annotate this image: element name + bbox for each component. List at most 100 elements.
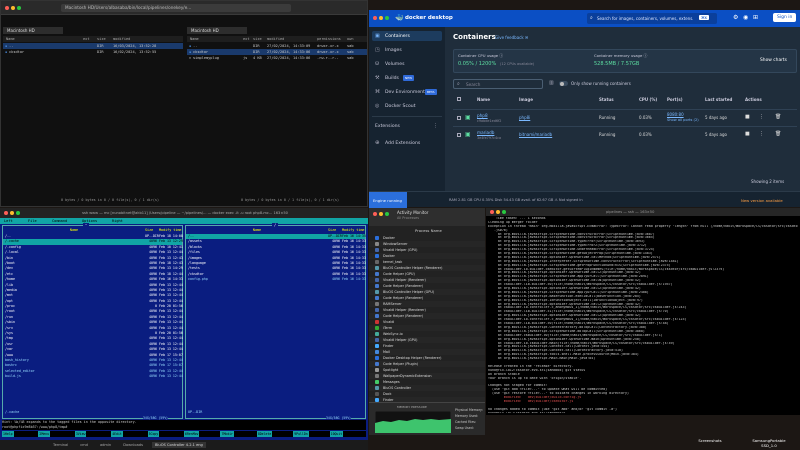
menu-file[interactable]: File	[28, 218, 52, 224]
minimize-button[interactable]	[379, 212, 383, 216]
row-checkbox[interactable]	[457, 133, 461, 137]
col-ports[interactable]: Port(s)	[667, 97, 683, 102]
close-button[interactable]	[373, 212, 377, 216]
mc-row[interactable]: build.js 4096 Feb 13 12:44	[3, 374, 183, 379]
global-search[interactable]: ⌕ Search for images, containers, volumes…	[587, 13, 717, 24]
path-bar[interactable]: Macintosh HD/Users/albasaba/bin/local/pi…	[61, 4, 291, 12]
col-status[interactable]: Status	[599, 97, 614, 102]
col-permissions[interactable]: permissions	[317, 36, 347, 42]
columns-icon[interactable]: ▥	[549, 80, 554, 86]
col-modify-time[interactable]: Modify time	[159, 228, 182, 232]
show-charts-button[interactable]: Show charts	[760, 58, 787, 63]
minimize-button[interactable]	[11, 6, 15, 10]
close-button[interactable]	[4, 211, 8, 215]
close-button[interactable]	[5, 6, 9, 10]
function-key[interactable]: 9PullDn	[293, 431, 329, 437]
stop-icon[interactable]: ■	[745, 114, 750, 120]
col-name[interactable]: Name	[186, 228, 328, 232]
container-row[interactable]: ▣ mariadb 3e4fe797c4ca bitnami/mariadb Runni…	[453, 126, 797, 143]
col-size[interactable]: Size	[145, 228, 159, 232]
taskbar-tab[interactable]: admin	[97, 442, 114, 448]
sidebar-item-images[interactable]: Images	[385, 48, 402, 53]
function-key[interactable]: 3View	[74, 431, 111, 437]
file-row[interactable]: ▪ cksdtor DIR 16/02/2024, 13:52:55	[3, 49, 183, 55]
col-image[interactable]: Image	[519, 97, 533, 102]
function-key[interactable]: 7Mkdir	[220, 431, 256, 437]
desktop-icon-screenshots[interactable]: Screenshots	[690, 438, 730, 443]
menu-right[interactable]: Right	[112, 218, 136, 224]
row-checkbox[interactable]	[457, 116, 461, 120]
taskbar-tab[interactable]: Terminal	[50, 442, 71, 448]
col-name[interactable]: Name	[477, 97, 490, 102]
new-version-link[interactable]: New version available	[741, 198, 783, 203]
sidebar-item-dev-environments[interactable]: Dev Environments	[385, 90, 427, 95]
menu-command[interactable]: Command	[52, 218, 82, 224]
delete-icon[interactable]: 🗑	[775, 131, 781, 137]
more-icon[interactable]: ⋮	[759, 114, 764, 120]
function-key[interactable]: 6RenMov	[184, 431, 220, 437]
more-icon[interactable]: ⋮	[759, 131, 764, 137]
container-image[interactable]: bitnami/mariadb	[519, 132, 552, 137]
col-name[interactable]: Name	[187, 36, 243, 42]
col-ext[interactable]: ext	[243, 36, 253, 42]
account-icon[interactable]: ◉	[743, 14, 748, 21]
col-size[interactable]: size	[97, 36, 113, 42]
more-icon[interactable]: ⋮	[433, 123, 438, 129]
close-button[interactable]	[490, 210, 494, 214]
container-image[interactable]: php8i	[519, 115, 530, 120]
zoom-button[interactable]	[17, 6, 21, 10]
mc-row[interactable]: config.php 4096 Feb 16 14:33	[186, 277, 366, 282]
col-modify-time[interactable]: Modify time	[342, 228, 365, 232]
delete-icon[interactable]: 🗑	[775, 114, 781, 120]
container-port-link[interactable]: 8080:80	[667, 112, 684, 117]
settings-icon[interactable]: ⚙	[733, 14, 738, 21]
col-size[interactable]: Size	[328, 228, 342, 232]
function-key[interactable]: 5Copy	[147, 431, 184, 437]
zoom-button[interactable]	[385, 16, 389, 20]
left-pane-tab[interactable]: Macintosh HD	[3, 27, 63, 34]
function-key[interactable]: 1Help	[2, 431, 38, 437]
function-key[interactable]: 4Edit	[111, 431, 147, 437]
col-actions[interactable]: Actions	[745, 97, 762, 102]
right-pane-tab[interactable]: Macintosh HD	[187, 27, 247, 34]
col-last-started[interactable]: Last started	[705, 97, 732, 102]
col-name[interactable]: Name	[3, 36, 83, 42]
taskbar-tab[interactable]: Downloads	[120, 442, 146, 448]
close-button[interactable]	[373, 16, 377, 20]
select-all-checkbox[interactable]	[457, 97, 461, 101]
container-row[interactable]: ▣ php8 c9abde1ed6f2 php8i Running 0.03% 8080:8…	[453, 109, 797, 126]
desktop-icon-ssd[interactable]: SamsungPortable SSD_1.0	[744, 438, 794, 449]
stop-icon[interactable]: ■	[745, 131, 750, 137]
mc-command-prompt[interactable]: root@phpfix9e8b57:/www/php8/tmp#	[2, 425, 366, 430]
container-search[interactable]: ⌕ Search	[453, 79, 543, 89]
col-ext[interactable]: ext	[83, 36, 97, 42]
show-all-ports-link[interactable]: Show all ports (2)	[667, 118, 699, 122]
sidebar-item-volumes[interactable]: Volumes	[385, 62, 404, 67]
taskbar-tab[interactable]: BluOS Controller 4.2.1 eng	[151, 442, 206, 448]
col-name[interactable]: Name	[3, 228, 145, 232]
col-modified[interactable]: modified	[267, 36, 317, 42]
file-row[interactable]: ▫ simplemyplug js 4 KB 27/02/2024, 14:33:06-…	[187, 55, 367, 61]
zoom-button[interactable]	[385, 212, 389, 216]
zoom-button[interactable]	[16, 211, 20, 215]
minimize-button[interactable]	[10, 211, 14, 215]
signin-button[interactable]: Sign in	[773, 13, 797, 22]
col-size[interactable]: size	[253, 36, 267, 42]
sidebar-item-extensions[interactable]: Extensions	[375, 124, 400, 129]
zoom-button[interactable]	[502, 210, 506, 214]
container-name[interactable]: mariadb	[477, 130, 494, 135]
give-feedback-link[interactable]: Give feedback ✉	[495, 35, 528, 40]
minimize-button[interactable]	[379, 16, 383, 20]
grid-icon[interactable]: ⊞	[753, 14, 758, 21]
only-running-toggle[interactable]	[559, 81, 568, 86]
col-modified[interactable]: modified	[113, 36, 173, 42]
col-cpu[interactable]: CPU (%)	[639, 97, 657, 102]
add-extensions-button[interactable]: Add Extensions	[385, 141, 420, 146]
sidebar-item-builds[interactable]: Builds	[385, 76, 399, 81]
terminal-output[interactable]: Time taken: ... 1 seconds Cleaning up mer…	[488, 217, 798, 413]
col-owner[interactable]: own	[347, 36, 361, 42]
minimize-button[interactable]	[496, 210, 500, 214]
function-key[interactable]: 8Delete	[256, 431, 293, 437]
menu-left[interactable]: Left	[4, 218, 28, 224]
container-name[interactable]: php8	[477, 113, 488, 118]
